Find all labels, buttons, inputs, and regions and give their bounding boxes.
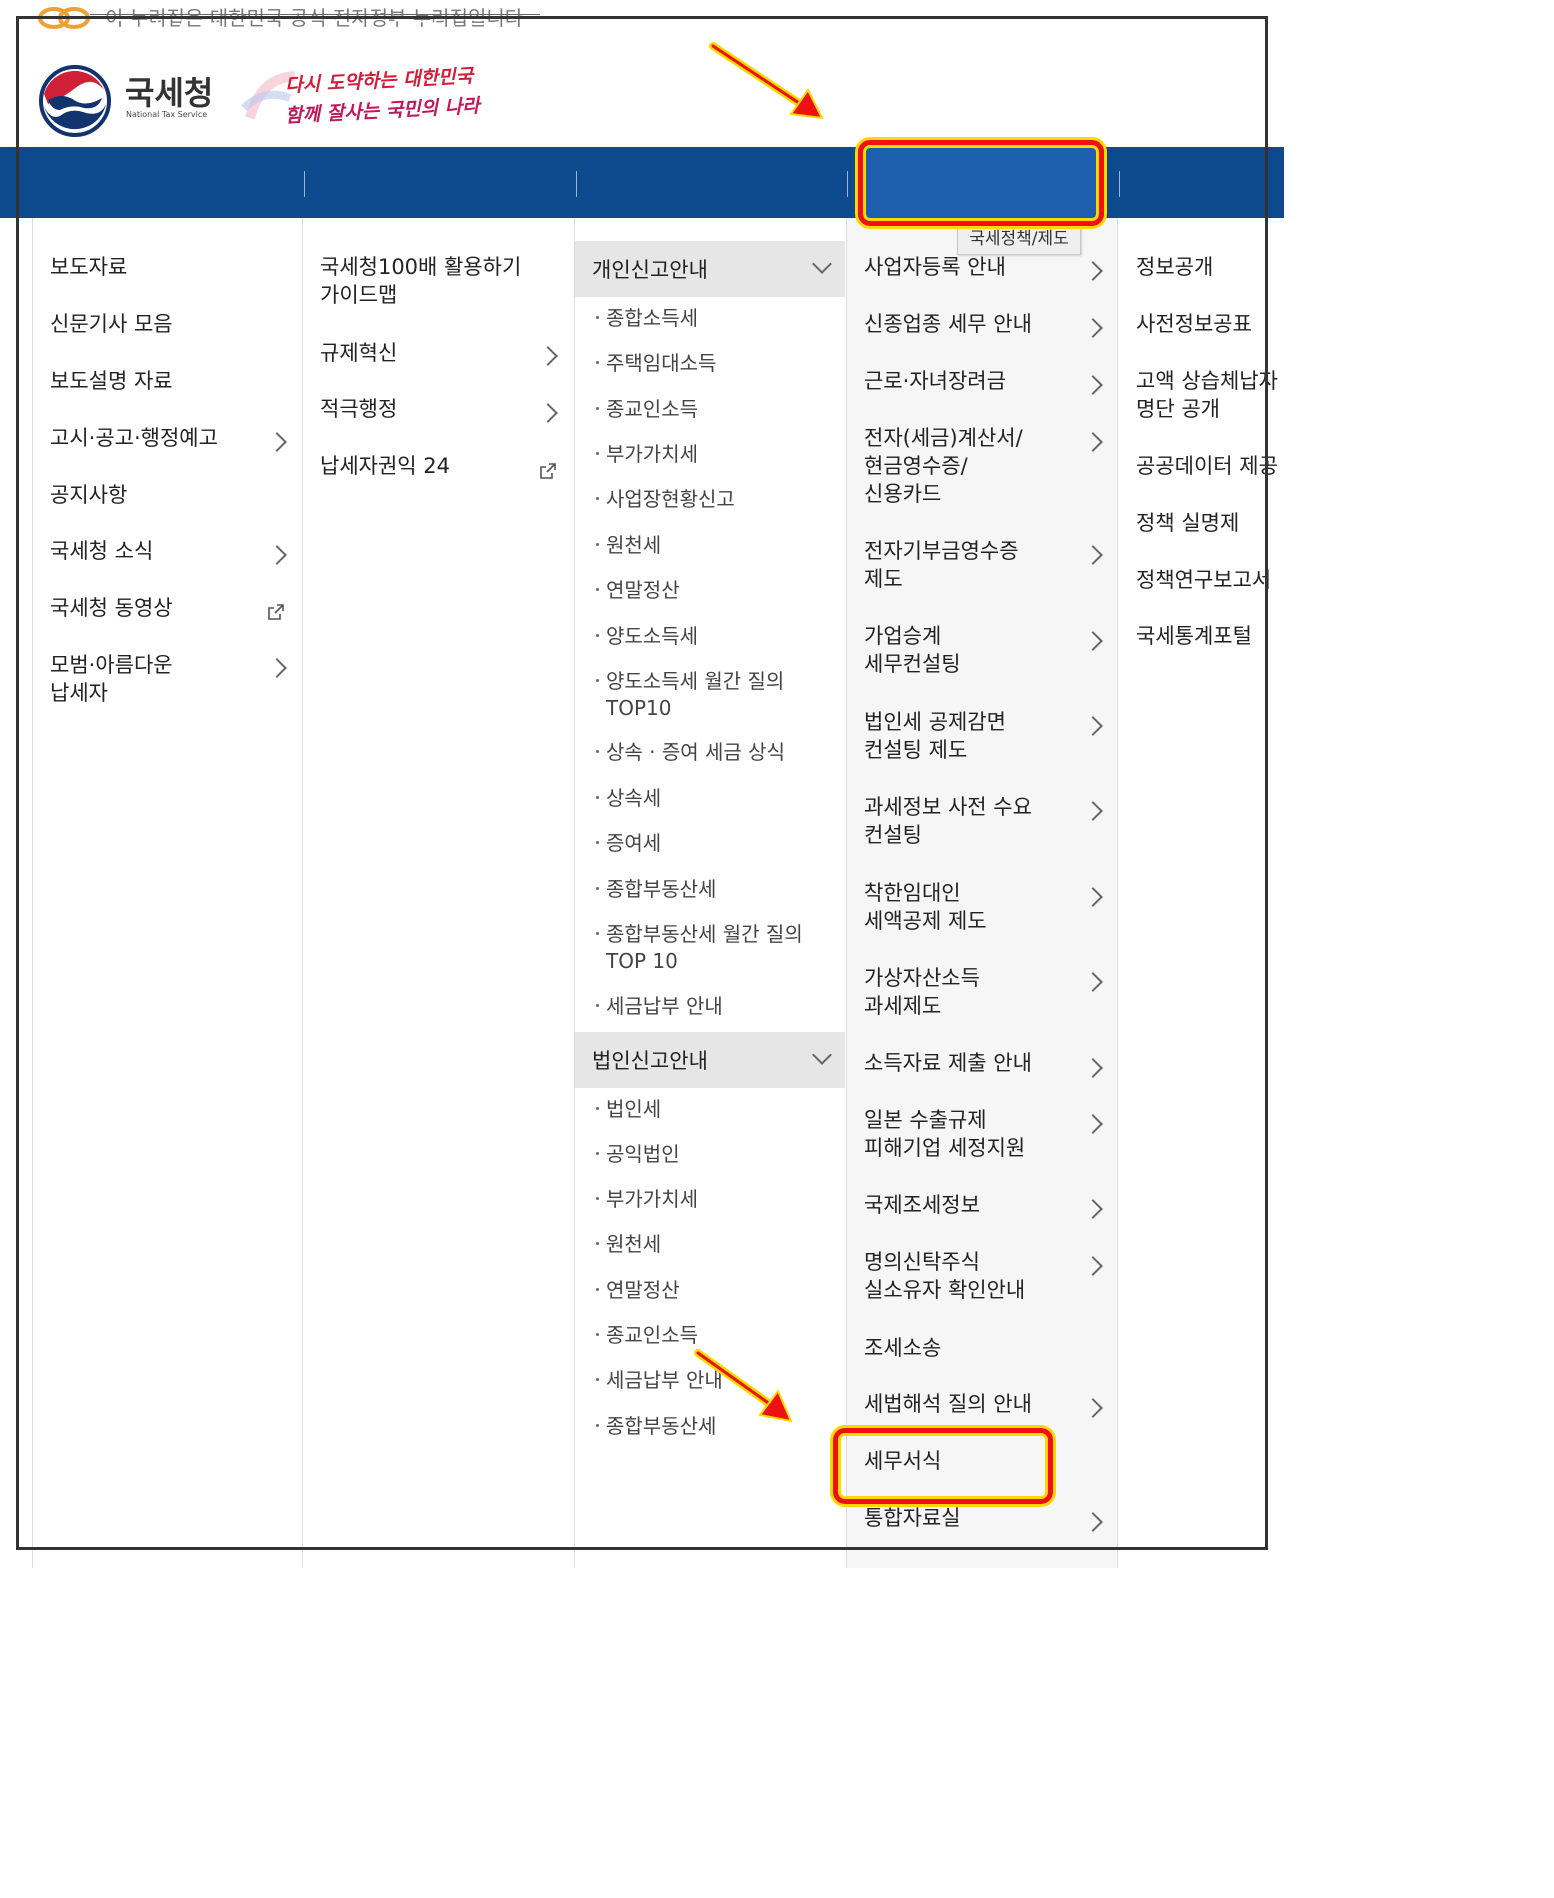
- sub-item[interactable]: 사업장현황신고: [596, 486, 735, 513]
- menu-item-tax-litigation[interactable]: 조세소송: [864, 1334, 941, 1362]
- external-link-icon: [268, 604, 284, 620]
- col-divider: [574, 218, 575, 1568]
- sub-item[interactable]: 부가가치세: [596, 1186, 698, 1213]
- menu-item-good-landlord[interactable]: 착한임대인 세액공제 제도: [864, 879, 987, 935]
- section-corporate-filing[interactable]: 법인신고안내: [575, 1032, 845, 1088]
- gnb-divider: [847, 171, 848, 197]
- sub-item[interactable]: 양도소득세: [596, 623, 698, 650]
- col-divider: [846, 218, 847, 1568]
- menu-item-e-donation-receipt[interactable]: 전자기부금영수증 제도: [864, 537, 1019, 593]
- gnb-tab-communication[interactable]: 국민소통: [304, 0, 576, 71]
- menu-item-corporate-tax-consulting[interactable]: 법인세 공제감면 컨설팅 제도: [864, 708, 1006, 764]
- sub-item[interactable]: 연말정산: [596, 577, 680, 604]
- sub-item[interactable]: 종교인소득: [596, 1322, 698, 1349]
- menu-item-pre-disclosure[interactable]: 사전정보공표: [1136, 310, 1252, 338]
- sub-item[interactable]: 법인세: [596, 1096, 661, 1123]
- menu-item-japan-export-support[interactable]: 일본 수출규제 피해기업 세정지원: [864, 1106, 1025, 1162]
- annotation-highlight-tax-forms: [833, 1428, 1053, 1504]
- section-personal-filing[interactable]: 개인신고안내: [575, 241, 845, 297]
- menu-item-nominee-stock[interactable]: 명의신탁주식 실소유자 확인안내: [864, 1248, 1025, 1304]
- menu-item-nts-news[interactable]: 국세청 소식: [50, 537, 153, 565]
- menu-item-family-business-succession[interactable]: 가업승계 세무컨설팅: [864, 622, 961, 678]
- chevron-down-icon: [812, 254, 832, 274]
- chevron-down-icon: [812, 1045, 832, 1065]
- menu-item-integrated-archive[interactable]: 통합자료실: [864, 1504, 961, 1532]
- menu-item-announcements[interactable]: 공지사항: [50, 481, 127, 509]
- menu-item-nts-videos[interactable]: 국세청 동영상: [50, 594, 173, 622]
- menu-item-notices-admin[interactable]: 고시·공고·행정예고: [50, 424, 218, 452]
- tab-tooltip: 국세정책/제도: [957, 223, 1081, 255]
- menu-item-active-admin[interactable]: 적극행정: [320, 395, 397, 423]
- gnb-tab-info[interactable]: 정보공: [1180, 0, 1290, 71]
- menu-item-regulatory-reform[interactable]: 규제혁신: [320, 339, 397, 367]
- annotation-arrow-bottom: [694, 1349, 793, 1423]
- sub-item[interactable]: 상속세: [596, 785, 661, 812]
- menu-item-international-tax[interactable]: 국제조세정보: [864, 1191, 980, 1219]
- menu-item-guide-map[interactable]: 국세청100배 활용하기 가이드맵: [320, 253, 521, 309]
- gnb-divider: [304, 171, 305, 197]
- sub-item[interactable]: 종합부동산세: [596, 876, 716, 903]
- menu-item-policy-research[interactable]: 정책연구보고서: [1136, 566, 1271, 594]
- menu-item-e-invoice[interactable]: 전자(세금)계산서/ 현금영수증/ 신용카드: [864, 424, 1023, 508]
- slogan-line2: 함께 잘사는 국민의 나라: [284, 94, 481, 128]
- menu-item-press-release[interactable]: 보도자료: [50, 253, 127, 281]
- gnb-divider: [1119, 171, 1120, 197]
- menu-item-delinquent-list[interactable]: 고액 상습체납자 명단 공개: [1136, 367, 1278, 423]
- annotation-arrow-top: [709, 42, 824, 120]
- gnb-tab-tax-policy[interactable]: 국세정책/제도: [866, 0, 1098, 71]
- sub-item[interactable]: 종교인소득: [596, 396, 698, 423]
- sub-item[interactable]: 주택임대소득: [596, 350, 716, 377]
- sub-item[interactable]: 상속 · 증여 세금 상식: [596, 739, 785, 766]
- menu-item-business-registration[interactable]: 사업자등록 안내: [864, 253, 1006, 281]
- sub-item[interactable]: 종합부동산세 월간 질의 TOP 10: [596, 921, 803, 975]
- menu-item-virtual-asset-tax[interactable]: 가상자산소득 과세제도: [864, 964, 980, 1020]
- logo-subtext: National Tax Service: [126, 110, 208, 119]
- sub-item[interactable]: 종합소득세: [596, 305, 698, 332]
- menu-col-news: [30, 218, 302, 1568]
- col-divider: [1117, 218, 1118, 1568]
- annotation-highlight-tab: [858, 140, 1104, 226]
- nts-logo-icon[interactable]: [38, 64, 112, 138]
- gnb-tab-news[interactable]: 알림·소식: [30, 0, 302, 71]
- sub-item[interactable]: 원천세: [596, 1231, 661, 1258]
- menu-item-public-data[interactable]: 공공데이터 제공: [1136, 452, 1278, 480]
- menu-item-model-taxpayer[interactable]: 모범·아름다운 납세자: [50, 651, 173, 707]
- external-link-icon: [540, 463, 556, 479]
- menu-item-policy-real-name[interactable]: 정책 실명제: [1136, 509, 1239, 537]
- menu-item-press-explanation[interactable]: 보도설명 자료: [50, 367, 173, 395]
- sub-item[interactable]: 원천세: [596, 532, 661, 559]
- menu-item-tax-statistics[interactable]: 국세통계포털: [1136, 622, 1252, 650]
- menu-item-tax-info-consulting[interactable]: 과세정보 사전 수요 컨설팅: [864, 793, 1032, 849]
- col-divider: [302, 218, 303, 1568]
- sub-item[interactable]: 부가가치세: [596, 441, 698, 468]
- menu-item-earned-income-credit[interactable]: 근로·자녀장려금: [864, 367, 1006, 395]
- sub-item[interactable]: 양도소득세 월간 질의 TOP10: [596, 668, 784, 722]
- menu-item-taxpayer-rights[interactable]: 납세자권익 24: [320, 452, 450, 480]
- menu-item-new-industry[interactable]: 신종업종 세무 안내: [864, 310, 1032, 338]
- menu-item-info-disclosure[interactable]: 정보공개: [1136, 253, 1213, 281]
- sub-item[interactable]: 공익법인: [596, 1141, 680, 1168]
- menu-item-income-data-submission[interactable]: 소득자료 제출 안내: [864, 1049, 1032, 1077]
- menu-item-news-clips[interactable]: 신문기사 모음: [50, 310, 173, 338]
- col-divider: [32, 218, 33, 1568]
- gnb-divider: [576, 171, 577, 197]
- sub-item[interactable]: 연말정산: [596, 1277, 680, 1304]
- sub-item[interactable]: 세금납부 안내: [596, 993, 723, 1020]
- logo-text: 국세청: [125, 74, 214, 112]
- sub-item[interactable]: 증여세: [596, 830, 661, 857]
- menu-item-tax-law-inquiry[interactable]: 세법해석 질의 안내: [864, 1390, 1032, 1418]
